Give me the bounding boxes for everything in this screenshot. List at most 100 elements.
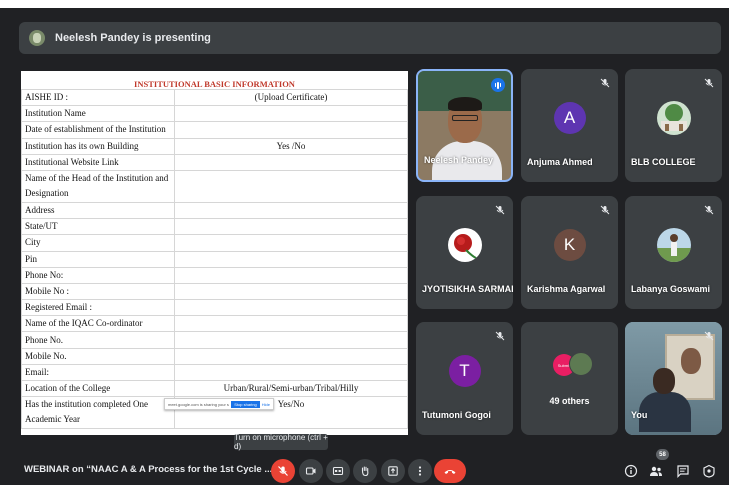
participant-tile-labanya[interactable]: Labanya Goswami <box>625 196 722 309</box>
row-label: Name of the IQAC Co-ordinator <box>21 315 175 333</box>
row-label: Registered Email : <box>21 299 175 317</box>
table-row: Institutional Website Link <box>21 153 408 171</box>
stop-sharing-button[interactable]: Stop sharing <box>231 400 260 408</box>
meeting-details-button[interactable] <box>622 462 640 480</box>
participant-name: Tutumoni Gogoi <box>422 410 491 420</box>
row-label: Institution has its own Building <box>21 137 175 155</box>
participant-name: You <box>631 410 648 420</box>
row-value: Urban/Rural/Semi-urban/Tribal/Hilly <box>174 379 408 398</box>
video-person-hair <box>448 97 482 111</box>
participant-tile-others[interactable]: Submit 49 others <box>521 322 618 435</box>
end-call-button[interactable] <box>434 459 466 483</box>
participant-tile-jyotisikha[interactable]: JYOTISIKHA SARMAH <box>416 196 513 309</box>
participant-name: Karishma Agarwal <box>527 284 606 294</box>
present-icon <box>388 466 398 476</box>
row-label: AISHE ID : <box>21 88 175 107</box>
mic-off-icon <box>495 331 505 341</box>
row-value <box>174 250 408 268</box>
table-row: Mobile No : <box>21 282 408 301</box>
avatar: T <box>448 355 481 387</box>
participant-name: JYOTISIKHA SARMAH <box>422 284 513 294</box>
table-row: Registered Email : <box>21 299 408 317</box>
shared-screen[interactable]: INSTITUTIONAL BASIC INFORMATION AISHE ID… <box>21 71 408 435</box>
row-value <box>174 347 408 365</box>
avatar <box>656 228 691 262</box>
row-value <box>174 153 408 171</box>
video-person-face <box>653 368 675 394</box>
table-row: Email: <box>21 363 408 382</box>
row-label: Mobile No : <box>21 282 175 301</box>
mic-off-icon <box>600 78 610 88</box>
table-row: Date of establishment of the Institution <box>21 121 408 139</box>
mic-off-icon <box>278 466 288 476</box>
presenting-banner: Neelesh Pandey is presenting <box>19 22 721 54</box>
participant-name: Neelesh Pandey <box>424 155 494 165</box>
people-icon <box>650 466 662 476</box>
top-edge <box>0 0 729 8</box>
row-label: State/UT <box>21 218 175 236</box>
participant-name: Labanya Goswami <box>631 284 711 294</box>
row-label: Address <box>21 201 175 220</box>
participant-name: Anjuma Ahmed <box>527 157 593 167</box>
screen-share-popup: meet.google.com is sharing your screen S… <box>164 398 274 410</box>
meeting-title: WEBINAR on “NAAC A & A Process for the 1… <box>24 464 273 475</box>
participant-tile-karishma[interactable]: K Karishma Agarwal <box>521 196 618 309</box>
activities-button[interactable] <box>700 462 718 480</box>
microphone-button[interactable] <box>271 459 295 483</box>
row-label: Name of the Head of the Institution and … <box>21 169 175 203</box>
camera-icon <box>305 467 316 475</box>
row-value <box>174 234 408 252</box>
more-vert-icon <box>418 466 422 476</box>
share-popup-text: meet.google.com is sharing your screen <box>168 401 229 407</box>
row-value <box>174 266 408 284</box>
presenter-avatar <box>29 30 45 46</box>
row-label: Location of the College <box>21 379 175 398</box>
row-label: Institutional Website Link <box>21 153 175 171</box>
avatar: K <box>553 229 586 261</box>
table-row: Phone No. <box>21 331 408 349</box>
table-row: Mobile No. <box>21 347 408 365</box>
speaking-indicator-icon <box>491 78 505 92</box>
avatar <box>447 228 482 262</box>
participant-tile-you[interactable]: You <box>625 322 722 435</box>
phone-hangup-icon <box>444 470 456 474</box>
table-row: Name of the Head of the Institution and … <box>21 169 408 203</box>
participant-name: BLB COLLEGE <box>631 157 696 167</box>
row-label: City <box>21 234 175 252</box>
table-row: Institution has its own Building Yes /No <box>21 137 408 155</box>
table-row: AISHE ID : (Upload Certificate) <box>21 88 408 107</box>
table-row: City <box>21 234 408 252</box>
video-person-glasses <box>452 115 478 121</box>
captions-button[interactable] <box>326 459 350 483</box>
row-value <box>174 282 408 301</box>
people-button[interactable] <box>647 462 665 480</box>
info-table: AISHE ID : (Upload Certificate) Instituti… <box>21 88 408 430</box>
participant-tile-blb[interactable]: BLB COLLEGE <box>625 69 722 182</box>
chat-button[interactable] <box>674 462 692 480</box>
row-value <box>174 105 408 123</box>
more-options-button[interactable] <box>408 459 432 483</box>
participant-tile-tutumoni[interactable]: T Tutumoni Gogoi <box>416 322 513 435</box>
table-row: State/UT <box>21 218 408 236</box>
row-value: (Upload Certificate) <box>174 88 408 107</box>
participant-tile-neelesh[interactable]: Neelesh Pandey <box>416 69 513 182</box>
raise-hand-button[interactable] <box>353 459 377 483</box>
row-label: Phone No. <box>21 331 175 349</box>
others-count: 49 others <box>549 396 590 406</box>
hand-icon <box>361 466 369 477</box>
participant-tile-anjuma[interactable]: A Anjuma Ahmed <box>521 69 618 182</box>
avatar: A <box>553 102 586 134</box>
chat-icon <box>677 465 689 478</box>
table-row: Address <box>21 201 408 220</box>
mic-off-icon <box>704 205 714 215</box>
row-value <box>174 363 408 382</box>
row-value <box>174 121 408 139</box>
row-value <box>174 169 408 203</box>
row-label: Has the institution completed One Academ… <box>21 396 175 430</box>
present-button[interactable] <box>381 459 405 483</box>
mic-off-icon <box>704 331 714 341</box>
hide-button[interactable]: Hide <box>262 402 273 407</box>
avatar <box>656 101 691 135</box>
table-row: Location of the College Urban/Rural/Semi-… <box>21 379 408 398</box>
camera-button[interactable] <box>299 459 323 483</box>
